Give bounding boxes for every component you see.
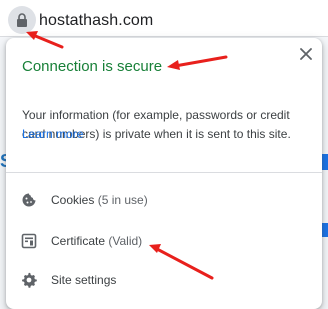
cookies-count: (5 in use) xyxy=(97,193,148,207)
site-info-popup: Connection is secure Your information (f… xyxy=(6,38,322,309)
connection-status-title: Connection is secure xyxy=(22,58,163,75)
site-settings-item[interactable]: Site settings xyxy=(6,262,322,298)
certificate-icon xyxy=(21,233,37,249)
certificate-status: (Valid) xyxy=(108,234,143,248)
gear-icon xyxy=(22,272,37,288)
lock-icon xyxy=(17,13,27,27)
cookies-label: Cookies xyxy=(51,193,95,207)
close-icon xyxy=(300,48,312,60)
learn-more-link[interactable]: Learn more xyxy=(22,127,83,141)
url-text[interactable]: hostathash.com xyxy=(39,12,153,30)
certificate-item[interactable]: Certificate (Valid) xyxy=(6,223,322,259)
cookie-icon xyxy=(22,193,36,207)
site-info-button[interactable] xyxy=(8,6,36,34)
cookies-item[interactable]: Cookies (5 in use) xyxy=(6,182,322,218)
close-button[interactable] xyxy=(296,44,316,64)
divider xyxy=(6,172,322,173)
address-bar: hostathash.com xyxy=(0,0,328,37)
certificate-label: Certificate xyxy=(51,234,106,248)
site-settings-label: Site settings xyxy=(51,273,117,287)
